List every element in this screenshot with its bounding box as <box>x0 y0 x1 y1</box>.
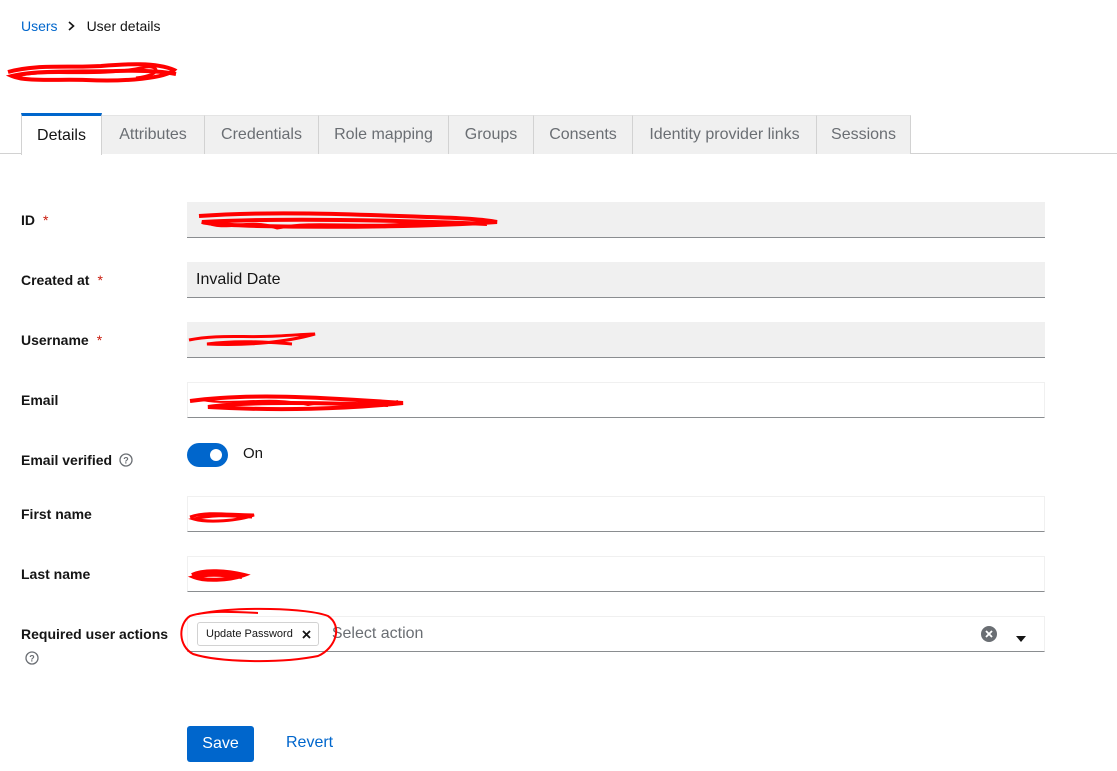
caret-down-icon[interactable] <box>1015 630 1027 648</box>
tab-groups[interactable]: Groups <box>449 115 534 154</box>
required-asterisk: * <box>97 272 103 288</box>
created-at-label-text: Created at <box>21 272 90 288</box>
action-chip: Update Password <box>197 622 319 646</box>
svg-text:?: ? <box>123 456 129 466</box>
chevron-right-icon <box>68 21 75 31</box>
required-asterisk: * <box>43 212 49 228</box>
select-action-input[interactable]: Select action <box>332 625 1044 643</box>
last-name-label: Last name <box>21 564 90 584</box>
last-name-field[interactable] <box>187 556 1045 592</box>
redaction-scribble <box>189 394 404 412</box>
tab-sessions[interactable]: Sessions <box>817 115 911 154</box>
id-label: ID * <box>21 210 48 230</box>
tab-attributes[interactable]: Attributes <box>102 115 205 154</box>
save-button[interactable]: Save <box>187 726 254 762</box>
remove-chip-icon[interactable] <box>302 629 311 639</box>
svg-text:?: ? <box>29 654 35 664</box>
redaction-scribble <box>198 211 498 230</box>
revert-button[interactable]: Revert <box>286 734 333 752</box>
first-name-field[interactable] <box>187 496 1045 532</box>
breadcrumb-current: User details <box>86 18 161 34</box>
required-asterisk: * <box>96 332 103 348</box>
required-actions-label-text: Required user actions <box>21 626 169 642</box>
email-verified-switch[interactable] <box>187 443 228 467</box>
email-verified-state: On <box>243 445 264 462</box>
action-chip-label: Update Password <box>206 628 293 640</box>
username-label: Username * <box>21 330 102 350</box>
tab-credentials[interactable]: Credentials <box>205 115 319 154</box>
help-icon[interactable]: ? <box>119 453 133 467</box>
id-field[interactable] <box>187 202 1045 238</box>
redaction-scribble <box>187 569 251 582</box>
email-label-text: Email <box>21 392 59 408</box>
email-field[interactable] <box>187 382 1045 418</box>
breadcrumb-users-link[interactable]: Users <box>21 18 58 34</box>
username-label-text: Username <box>21 332 89 348</box>
clear-selection-icon[interactable] <box>981 626 997 647</box>
email-label: Email <box>21 390 58 410</box>
tab-role-mapping[interactable]: Role mapping <box>319 115 449 154</box>
required-actions-select[interactable]: Update Password Select action <box>187 616 1045 652</box>
created-at-value: Invalid Date <box>196 270 281 288</box>
tab-bar: Details Attributes Credentials Role mapp… <box>0 113 1117 155</box>
first-name-label: First name <box>21 504 92 524</box>
id-label-text: ID <box>21 212 35 228</box>
email-verified-label: Email verified ? <box>21 450 133 470</box>
help-icon[interactable]: ? <box>25 651 39 665</box>
redaction-scribble <box>188 332 316 347</box>
email-verified-label-text: Email verified <box>21 452 113 468</box>
tab-consents[interactable]: Consents <box>534 115 633 154</box>
first-name-label-text: First name <box>21 506 92 522</box>
redaction-scribble <box>188 512 255 523</box>
switch-knob <box>210 449 222 461</box>
breadcrumb: Users User details <box>21 17 160 35</box>
last-name-label-text: Last name <box>21 566 91 582</box>
page-title-redacted <box>5 58 181 90</box>
required-actions-label: Required user actions <box>21 624 168 644</box>
created-at-label: Created at * <box>21 270 103 290</box>
tab-identity-provider-links[interactable]: Identity provider links <box>633 115 817 154</box>
created-at-field[interactable]: Invalid Date <box>187 262 1045 298</box>
username-field[interactable] <box>187 322 1045 358</box>
tab-details[interactable]: Details <box>21 113 102 155</box>
